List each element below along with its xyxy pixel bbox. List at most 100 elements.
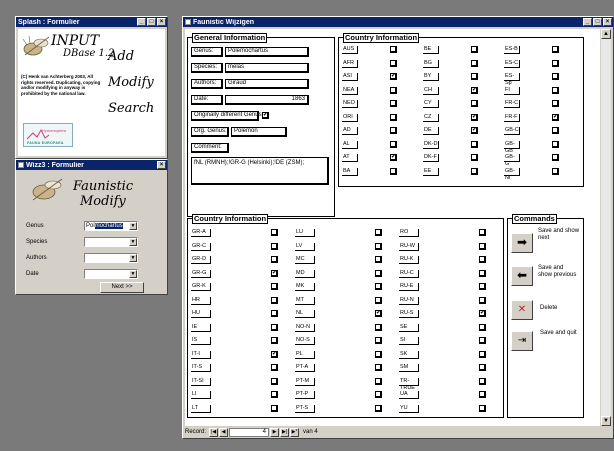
country-checkbox-li[interactable] bbox=[271, 391, 278, 398]
new-record-icon[interactable]: ▶* bbox=[290, 427, 300, 437]
maximize-button[interactable]: □ bbox=[593, 18, 602, 26]
country-checkbox-ori[interactable] bbox=[390, 113, 397, 121]
country-checkbox-fi[interactable] bbox=[552, 86, 559, 94]
country-checkbox-es-sp[interactable] bbox=[552, 73, 559, 80]
country-checkbox-dk-d[interactable] bbox=[471, 140, 478, 148]
country-checkbox-al[interactable] bbox=[390, 140, 397, 148]
delete-icon[interactable]: ✕ bbox=[511, 300, 533, 320]
country-checkbox-ru-k[interactable] bbox=[479, 256, 486, 263]
country-checkbox-cz[interactable]: ✔ bbox=[471, 113, 478, 121]
country-checkbox-gb-gb[interactable] bbox=[552, 140, 559, 148]
country-checkbox-ch[interactable]: ✔ bbox=[471, 86, 478, 94]
country-checkbox-is[interactable] bbox=[271, 337, 278, 344]
exit-icon[interactable]: ⇥ bbox=[511, 331, 533, 351]
country-checkbox-by[interactable] bbox=[471, 73, 478, 80]
country-checkbox-afr[interactable] bbox=[390, 59, 397, 67]
vertical-scrollbar[interactable]: ▲ ▼ bbox=[601, 29, 611, 426]
country-checkbox-md[interactable] bbox=[375, 269, 382, 277]
country-checkbox-no-n[interactable] bbox=[375, 323, 382, 331]
country-checkbox-pt-p[interactable] bbox=[375, 391, 382, 398]
country-checkbox-cy[interactable] bbox=[471, 100, 478, 107]
country-checkbox-es-b[interactable] bbox=[552, 46, 559, 53]
splash-titlebar[interactable]: Splash : Formulier _ □ × bbox=[16, 17, 167, 27]
country-checkbox-gr-a[interactable] bbox=[271, 229, 278, 236]
chevron-down-icon[interactable]: ▼ bbox=[129, 222, 137, 230]
prev-record-icon[interactable]: ◀ bbox=[219, 427, 229, 437]
country-checkbox-asi[interactable]: ✔ bbox=[390, 73, 397, 80]
country-checkbox-mk[interactable] bbox=[375, 283, 382, 290]
search-action[interactable]: Search bbox=[108, 101, 154, 116]
species-combo[interactable]: ▼ bbox=[84, 237, 138, 247]
country-checkbox-gb-c[interactable] bbox=[552, 127, 559, 134]
orig-diff-genus-checkbox[interactable]: ✔ bbox=[262, 112, 269, 119]
country-checkbox-gr-c[interactable] bbox=[271, 242, 278, 250]
country-checkbox-no-s[interactable] bbox=[375, 337, 382, 344]
country-checkbox-lt[interactable] bbox=[271, 404, 278, 412]
country-checkbox-mc[interactable] bbox=[375, 256, 382, 263]
country-checkbox-ru-s[interactable]: ✔ bbox=[479, 310, 486, 317]
country-checkbox-sk[interactable] bbox=[479, 350, 486, 358]
genus-combo[interactable]: Polmochartus ▼ bbox=[84, 221, 138, 231]
country-checkbox-it-si[interactable] bbox=[271, 377, 278, 385]
date-combo[interactable]: ▼ bbox=[84, 269, 138, 279]
country-checkbox-pt-m[interactable] bbox=[375, 377, 382, 385]
country-checkbox-ba[interactable] bbox=[390, 167, 397, 175]
country-checkbox-fr-c[interactable] bbox=[552, 100, 559, 107]
modify-action[interactable]: Modify bbox=[108, 75, 154, 90]
arrow-right-icon[interactable]: ➡ bbox=[511, 233, 533, 253]
country-checkbox-gb-ni[interactable] bbox=[552, 167, 559, 175]
add-action[interactable]: Add bbox=[108, 49, 134, 64]
country-checkbox-mt[interactable] bbox=[375, 296, 382, 304]
country-checkbox-si[interactable] bbox=[479, 337, 486, 344]
country-checkbox-ru-w[interactable] bbox=[479, 242, 486, 250]
country-checkbox-de[interactable]: ✔ bbox=[471, 127, 478, 134]
country-checkbox-be[interactable] bbox=[471, 46, 478, 53]
country-checkbox-es-c[interactable] bbox=[552, 59, 559, 67]
country-checkbox-it-s[interactable] bbox=[271, 364, 278, 371]
country-checkbox-sm[interactable] bbox=[479, 364, 486, 371]
authors-field[interactable]: Giraud bbox=[225, 79, 309, 89]
country-checkbox-fr-f[interactable]: ✔ bbox=[552, 113, 559, 121]
next-record-icon[interactable]: ▶ bbox=[270, 427, 280, 437]
chevron-down-icon[interactable]: ▼ bbox=[129, 270, 137, 278]
country-checkbox-dk-f[interactable] bbox=[471, 154, 478, 161]
close-button[interactable]: × bbox=[157, 18, 166, 26]
country-checkbox-gr-g[interactable]: ✔ bbox=[271, 269, 278, 277]
org-genus-field[interactable]: Polemon bbox=[231, 127, 287, 137]
country-checkbox-pl[interactable] bbox=[375, 350, 382, 358]
country-checkbox-pt-s[interactable] bbox=[375, 404, 382, 412]
date-field[interactable]: 1863 bbox=[225, 95, 309, 105]
last-record-icon[interactable]: ▶| bbox=[280, 427, 290, 437]
next-button[interactable]: Next >> bbox=[100, 282, 144, 293]
country-checkbox-ee[interactable] bbox=[471, 167, 478, 175]
country-checkbox-hu[interactable] bbox=[271, 310, 278, 317]
country-checkbox-ru-n[interactable] bbox=[479, 296, 486, 304]
country-checkbox-ie[interactable] bbox=[271, 323, 278, 331]
country-checkbox-nl[interactable]: ✔ bbox=[375, 310, 382, 317]
close-button[interactable]: × bbox=[603, 18, 612, 26]
country-checkbox-ua[interactable] bbox=[479, 391, 486, 398]
scroll-up-icon[interactable]: ▲ bbox=[601, 29, 611, 39]
country-checkbox-it-i[interactable]: ✔ bbox=[271, 350, 278, 358]
country-checkbox-at[interactable]: ✔ bbox=[390, 154, 397, 161]
country-checkbox-bg[interactable] bbox=[471, 59, 478, 67]
country-checkbox-se[interactable] bbox=[479, 323, 486, 331]
scroll-down-icon[interactable]: ▼ bbox=[601, 416, 611, 426]
country-checkbox-hr[interactable] bbox=[271, 296, 278, 304]
country-checkbox-lv[interactable] bbox=[375, 242, 382, 250]
genus-field[interactable]: Polemochartus bbox=[225, 47, 309, 57]
chevron-down-icon[interactable]: ▼ bbox=[129, 238, 137, 246]
maximize-button[interactable]: □ bbox=[147, 18, 156, 26]
arrow-left-icon[interactable]: ⬅ bbox=[511, 266, 533, 286]
country-checkbox-pt-a[interactable] bbox=[375, 364, 382, 371]
country-checkbox-nea[interactable] bbox=[390, 86, 397, 94]
close-button[interactable]: × bbox=[157, 161, 166, 169]
country-checkbox-ru-c[interactable] bbox=[479, 269, 486, 277]
country-checkbox-yu[interactable] bbox=[479, 404, 486, 412]
first-record-icon[interactable]: |◀ bbox=[209, 427, 219, 437]
country-checkbox-ad[interactable] bbox=[390, 127, 397, 134]
country-checkbox-aus[interactable] bbox=[390, 46, 397, 53]
country-checkbox-ru-e[interactable] bbox=[479, 283, 486, 290]
chevron-down-icon[interactable]: ▼ bbox=[129, 254, 137, 262]
country-checkbox-gr-k[interactable] bbox=[271, 283, 278, 290]
